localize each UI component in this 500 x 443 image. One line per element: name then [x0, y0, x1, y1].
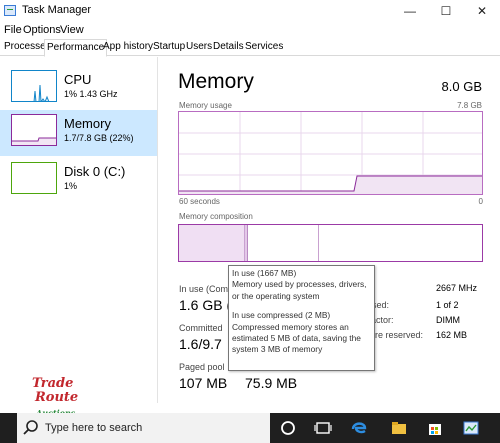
file-explorer-icon[interactable] — [390, 419, 408, 437]
tab-bar: Processes Performance App history Startu… — [0, 39, 500, 57]
committed-value: 1.6/9.7 — [179, 336, 222, 352]
composition-modified[interactable] — [245, 225, 248, 261]
maximize-button[interactable]: ☐ — [428, 0, 464, 22]
memory-composition-label: Memory composition — [179, 212, 253, 221]
task-view-icon[interactable] — [314, 419, 332, 437]
memory-composition-bar[interactable] — [178, 224, 483, 262]
search-placeholder: Type here to search — [45, 422, 143, 434]
tooltip-compressed-desc: system 3 MB of memory — [232, 344, 323, 355]
tooltip-in-use-title: In use (1667 MB) — [232, 268, 297, 278]
taskbar: Type here to search — [0, 413, 500, 443]
sidebar-item-cpu[interactable]: CPU 1% 1.43 GHz — [0, 66, 157, 112]
window-title: Task Manager — [22, 4, 92, 16]
in-use-label: In use (Comp — [179, 284, 234, 294]
menu-file[interactable]: File — [4, 24, 22, 36]
minimize-button[interactable]: — — [392, 0, 428, 22]
tooltip-compressed-desc: Compressed memory stores an — [232, 321, 349, 332]
menu-bar: File Options View — [0, 22, 500, 39]
composition-tooltip: In use (1667 MB) Memory used by processe… — [228, 265, 375, 371]
memory-usage-label: Memory usage — [179, 101, 232, 110]
tooltip-compressed-title: In use compressed (2 MB) — [232, 310, 331, 321]
slots-used-value: 1 of 2 — [436, 300, 459, 310]
paged-pool-label: Paged pool — [179, 362, 225, 372]
store-icon[interactable] — [426, 419, 444, 437]
sidebar-item-value: 1.7/7.8 GB (22%) — [64, 133, 134, 143]
paged-pool-value: 107 MB — [179, 375, 228, 391]
in-use-value: 1.6 GB ( — [179, 297, 232, 313]
search-icon — [23, 420, 38, 435]
tooltip-compressed-desc: estimated 5 MB of data, saving the — [232, 333, 361, 344]
graph-axis-right: 0 — [478, 197, 483, 206]
task-manager-taskbar-icon[interactable] — [462, 419, 480, 437]
page-title: Memory — [178, 70, 254, 93]
cpu-thumbnail-graph — [11, 70, 57, 102]
form-factor-value: DIMM — [436, 315, 460, 325]
composition-in-use[interactable] — [179, 225, 245, 261]
speed-value: 2667 MHz — [436, 283, 478, 293]
non-paged-pool-value: 75.9 MB — [245, 375, 298, 391]
task-manager-app-icon — [4, 5, 16, 16]
task-manager-window: Task Manager — ☐ ✕ File Options View Pro… — [0, 0, 500, 443]
sidebar-item-disk[interactable]: Disk 0 (C:) 1% — [0, 158, 157, 204]
memory-usage-max: 7.8 GB — [457, 101, 482, 110]
resource-list: CPU 1% 1.43 GHz Memory 1.7/7.8 GB (22%) … — [0, 57, 158, 403]
sidebar-item-value: 1% — [64, 181, 78, 191]
tab-startup[interactable]: Startup — [151, 39, 187, 56]
sidebar-item-value: 1% 1.43 GHz — [64, 89, 118, 99]
composition-standby-divider — [318, 225, 319, 261]
graph-axis-left: 60 seconds — [179, 197, 220, 206]
close-button[interactable]: ✕ — [464, 0, 500, 22]
sidebar-item-label: Disk 0 (C:) — [64, 164, 126, 179]
taskbar-search-box[interactable]: Type here to search — [17, 413, 270, 443]
total-memory: 8.0 GB — [441, 79, 482, 94]
edge-browser-icon[interactable] — [350, 419, 368, 437]
memory-thumbnail-graph — [11, 114, 57, 146]
tab-app-history[interactable]: App history — [101, 39, 155, 56]
hardware-reserved-value: 162 MB — [436, 330, 468, 340]
memory-usage-graph — [178, 111, 483, 195]
menu-options[interactable]: Options — [23, 24, 61, 36]
hardware-reserved-label: are reserved: — [370, 330, 424, 340]
disk-thumbnail-graph — [11, 162, 57, 194]
tab-services[interactable]: Services — [243, 39, 285, 56]
sidebar-item-memory[interactable]: Memory 1.7/7.8 GB (22%) — [0, 110, 157, 156]
tab-users[interactable]: Users — [184, 39, 214, 56]
sidebar-item-label: Memory — [64, 116, 111, 131]
menu-view[interactable]: View — [60, 24, 84, 36]
sidebar-item-label: CPU — [64, 72, 92, 87]
tab-details[interactable]: Details — [211, 39, 246, 56]
tab-performance[interactable]: Performance — [44, 39, 108, 57]
tooltip-in-use-desc: Memory used by processes, drivers, — [232, 279, 367, 290]
committed-label: Committed — [179, 323, 223, 333]
cortana-icon[interactable] — [279, 419, 297, 437]
tooltip-in-use-desc: or the operating system — [232, 290, 320, 301]
title-bar: Task Manager — ☐ ✕ — [0, 0, 500, 22]
